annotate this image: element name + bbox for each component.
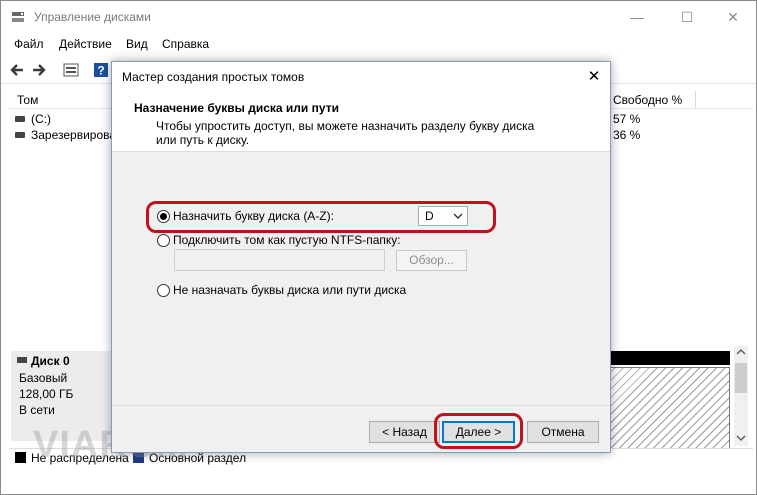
drive-letter-value: D [425,209,434,223]
disk-size: 128,00 ГБ [19,387,74,401]
next-button[interactable]: Далее > [442,421,515,443]
dialog-description: Чтобы упростить доступ, вы можете назнач… [156,119,535,147]
unallocated-swatch [15,452,26,463]
dialog-close-button[interactable]: ✕ [578,62,610,92]
volume-name: (C:) [31,112,51,126]
menu-file[interactable]: Файл [14,37,44,51]
vertical-scrollbar[interactable] [734,346,748,446]
volume-free: 57 % [613,112,641,126]
drive-letter-select[interactable]: D [418,206,468,226]
radio-assign-letter[interactable] [157,210,170,223]
disk-type: Базовый [19,371,68,385]
dialog-heading: Назначение буквы диска или пути [134,101,339,115]
disk-management-icon [12,12,24,22]
column-volume[interactable]: Том [17,93,38,107]
chevron-down-icon [453,213,463,219]
label-assign-letter[interactable]: Назначить букву диска (A-Z): [173,209,334,223]
label-mount-folder[interactable]: Подключить том как пустую NTFS-папку: [173,233,401,247]
minimize-button[interactable]: — [614,1,660,33]
disk-name: Диск 0 [31,354,70,368]
dialog-title: Мастер создания простых томов [122,70,305,84]
volume-name: Зарезервирова [31,128,117,142]
drive-icon [15,132,25,138]
close-button[interactable]: ✕ [710,1,756,33]
browse-button[interactable]: Обзор... [396,250,467,271]
column-free-percent[interactable]: Свободно % [613,93,682,107]
back-button[interactable]: < Назад [369,421,440,443]
radio-no-letter[interactable] [157,284,170,297]
drive-icon [15,116,25,122]
cancel-button[interactable]: Отмена [527,421,599,443]
disk-icon [17,357,27,363]
forward-arrow-icon[interactable] [29,60,49,80]
scroll-down-icon[interactable] [736,434,746,442]
disk-status: В сети [19,403,55,417]
new-volume-wizard-dialog: Мастер создания простых томов ✕ Назначен… [111,61,611,453]
dialog-title-bar[interactable]: Мастер создания простых томов ✕ [112,62,610,92]
app-title: Управление дисками [34,10,151,24]
menu-help[interactable]: Справка [162,37,209,51]
back-arrow-icon[interactable] [7,60,27,80]
disk-list-icon[interactable] [61,60,81,80]
unallocated-partition[interactable] [606,367,730,451]
partition-header-bar [606,351,730,365]
menu-action[interactable]: Действие [59,37,112,51]
column-separator[interactable] [695,91,696,109]
dialog-header: Назначение буквы диска или пути Чтобы уп… [112,92,610,152]
label-no-letter[interactable]: Не назначать буквы диска или пути диска [173,283,406,297]
radio-mount-folder[interactable] [157,234,170,247]
menu-view[interactable]: Вид [126,37,148,51]
volume-free: 36 % [613,128,641,142]
scroll-up-icon[interactable] [736,348,746,356]
folder-path-input[interactable] [174,249,385,271]
help-icon[interactable]: ? [91,60,111,80]
menu-bar: Файл Действие Вид Справка [1,33,756,55]
title-bar[interactable]: Управление дисками — ☐ ✕ [1,1,756,33]
scrollbar-thumb[interactable] [735,363,747,393]
dialog-footer-separator [112,405,610,406]
maximize-button[interactable]: ☐ [664,1,710,33]
help-glyph: ? [97,64,104,78]
